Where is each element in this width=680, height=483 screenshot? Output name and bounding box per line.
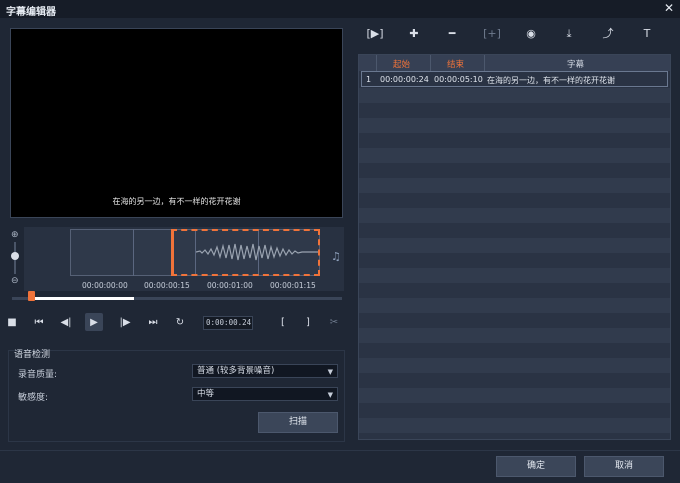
footer-divider	[0, 450, 680, 451]
sensitivity-label: 敏感度:	[18, 393, 49, 403]
timeline-label: 00:00:01:15	[270, 281, 316, 290]
timeline-label: 00:00:00:00	[82, 281, 128, 290]
table-empty-row	[359, 148, 670, 163]
chevron-down-icon: ▼	[327, 391, 333, 399]
quality-label: 录音质量:	[18, 370, 58, 380]
voice-detection-title: 语音检测	[14, 350, 51, 360]
quality-select[interactable]: 普通 (较多背景噪音) ▼	[192, 364, 338, 378]
table-empty-row	[359, 103, 670, 118]
preview-subtitle: 在海的另一边，有不一样的花开花谢	[112, 197, 241, 206]
sensitivity-select[interactable]: 中等 ▼	[192, 387, 338, 401]
table-empty-row	[359, 238, 670, 253]
table-empty-row	[359, 403, 670, 418]
close-icon[interactable]: ✕	[664, 1, 674, 15]
preview-icon[interactable]: ◉	[521, 26, 541, 42]
row-index: 1	[366, 75, 372, 84]
table-empty-row	[359, 223, 670, 238]
table-empty-row	[359, 133, 670, 148]
sensitivity-value: 中等	[197, 389, 215, 399]
table-empty-row	[359, 283, 670, 298]
table-empty-row	[359, 343, 670, 358]
row-text: 在海的另一边，有不一样的花开花谢	[487, 76, 615, 85]
scan-button[interactable]: 扫描	[258, 412, 338, 433]
export-icon[interactable]: ⤴	[598, 26, 618, 42]
table-empty-row	[359, 253, 670, 268]
scrubber-progress	[30, 297, 135, 300]
mark-out-button[interactable]: ]	[299, 313, 317, 331]
subtitle-segment-selection[interactable]	[171, 229, 320, 276]
table-empty-row	[359, 298, 670, 313]
header-start[interactable]: 起始	[393, 58, 410, 70]
timeline-gridline	[133, 229, 134, 276]
table-empty-row	[359, 373, 670, 388]
window-title: 字幕编辑器	[6, 7, 56, 18]
table-empty-row	[359, 163, 670, 178]
step-back-icon[interactable]: ◀|	[57, 313, 75, 331]
table-empty-row	[359, 178, 670, 193]
table-empty-row	[359, 268, 670, 283]
table-empty-row	[359, 433, 670, 438]
table-empty-row	[359, 88, 670, 103]
stop-icon[interactable]: ■	[3, 313, 21, 331]
table-empty-row	[359, 193, 670, 208]
play-subtitle-icon[interactable]: [▶]	[365, 26, 385, 42]
repeat-icon[interactable]: ↻	[171, 313, 189, 331]
insert-icon[interactable]: [+]	[482, 26, 502, 42]
zoom-out-icon[interactable]: ⊖	[11, 276, 19, 286]
mark-in-button[interactable]: [	[274, 313, 292, 331]
video-preview: 在海的另一边，有不一样的花开花谢	[10, 28, 343, 218]
play-icon[interactable]: ▶	[85, 313, 103, 331]
timeline-label: 00:00:00:15	[144, 281, 190, 290]
table-empty-row	[359, 313, 670, 328]
table-empty-row	[359, 328, 670, 343]
add-icon[interactable]: ✚	[404, 26, 424, 42]
ok-button[interactable]: 确定	[496, 456, 576, 477]
timecode-field[interactable]: 0:00:00.24	[203, 316, 253, 330]
header-separator	[484, 55, 485, 71]
zoom-in-icon[interactable]: ⊕	[11, 230, 19, 240]
table-empty-row	[359, 118, 670, 133]
scrubber-handle[interactable]	[28, 291, 35, 301]
title-bar	[0, 0, 680, 18]
header-separator	[376, 55, 377, 71]
header-separator	[430, 55, 431, 71]
remove-icon[interactable]: ━	[442, 26, 462, 42]
timeline-label: 00:00:01:00	[207, 281, 253, 290]
go-start-icon[interactable]: ⏮	[30, 313, 48, 331]
music-note-icon[interactable]: ♫	[331, 250, 341, 263]
zoom-slider-knob[interactable]	[11, 252, 19, 260]
table-empty-row	[359, 208, 670, 223]
table-empty-row	[359, 388, 670, 403]
import-icon[interactable]: ⤓	[559, 26, 579, 42]
header-end[interactable]: 结束	[447, 58, 464, 70]
quality-value: 普通 (较多背景噪音)	[197, 366, 275, 376]
go-end-icon[interactable]: ⏭	[144, 313, 162, 331]
row-start: 00:00:00:24	[380, 75, 429, 84]
text-options-icon[interactable]: T	[637, 26, 657, 42]
chevron-down-icon: ▼	[327, 368, 333, 376]
header-subtitle[interactable]: 字幕	[567, 58, 584, 70]
split-scissors-icon[interactable]: ✂	[325, 313, 343, 331]
step-forward-icon[interactable]: |▶	[116, 313, 134, 331]
row-end: 00:00:05:10	[434, 75, 483, 84]
table-empty-row	[359, 418, 670, 433]
table-empty-row	[359, 358, 670, 373]
cancel-button[interactable]: 取消	[584, 456, 664, 477]
